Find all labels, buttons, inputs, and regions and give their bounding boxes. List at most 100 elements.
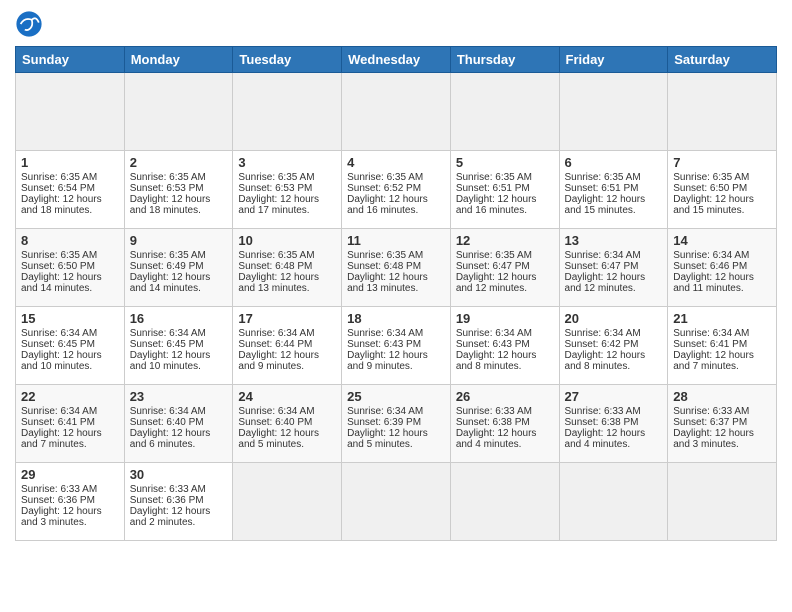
sunset: Sunset: 6:50 PM [673,183,747,194]
calendar-cell: 23Sunrise: 6:34 AMSunset: 6:40 PMDayligh… [124,385,233,463]
calendar-cell: 18Sunrise: 6:34 AMSunset: 6:43 PMDayligh… [342,307,451,385]
day-number: 18 [347,311,445,326]
sunset: Sunset: 6:47 PM [565,261,639,272]
day-number: 17 [238,311,336,326]
day-number: 24 [238,389,336,404]
day-number: 21 [673,311,771,326]
sunrise: Sunrise: 6:35 AM [347,172,423,183]
sunrise: Sunrise: 6:35 AM [673,172,749,183]
sunrise: Sunrise: 6:35 AM [238,250,314,261]
day-number: 28 [673,389,771,404]
calendar-cell: 16Sunrise: 6:34 AMSunset: 6:45 PMDayligh… [124,307,233,385]
calendar-cell [668,73,777,151]
calendar-cell [559,463,668,541]
daylight: Daylight: 12 hours and 14 minutes. [130,272,211,294]
day-number: 6 [565,155,663,170]
sunrise: Sunrise: 6:35 AM [21,172,97,183]
calendar-cell: 20Sunrise: 6:34 AMSunset: 6:42 PMDayligh… [559,307,668,385]
sunset: Sunset: 6:48 PM [347,261,421,272]
day-number: 7 [673,155,771,170]
daylight: Daylight: 12 hours and 13 minutes. [347,272,428,294]
sunset: Sunset: 6:38 PM [565,417,639,428]
calendar-cell: 28 Sunrise: 6:33 AMSunset: 6:37 PMDayligh… [668,385,777,463]
sunrise: Sunrise: 6:34 AM [565,250,641,261]
calendar-cell: 8Sunrise: 6:35 AMSunset: 6:50 PMDaylight… [16,229,125,307]
sunrise: Sunrise: 6:35 AM [347,250,423,261]
day-number: 5 [456,155,554,170]
sunset: Sunset: 6:51 PM [565,183,639,194]
daylight: Daylight: 12 hours and 7 minutes. [21,428,102,450]
day-number: 20 [565,311,663,326]
daylight: Daylight: 12 hours and 15 minutes. [673,194,754,216]
day-number: 8 [21,233,119,248]
calendar-cell [233,73,342,151]
day-number: 19 [456,311,554,326]
sunset: Sunset: 6:37 PM [673,417,747,428]
week-row-3: 15Sunrise: 6:34 AMSunset: 6:45 PMDayligh… [16,307,777,385]
sunrise: Sunrise: 6:34 AM [456,328,532,339]
calendar-cell: 22Sunrise: 6:34 AMSunset: 6:41 PMDayligh… [16,385,125,463]
sunrise: Sunrise: 6:34 AM [130,328,206,339]
day-header-wednesday: Wednesday [342,47,451,73]
calendar-cell: 9Sunrise: 6:35 AMSunset: 6:49 PMDaylight… [124,229,233,307]
sunset: Sunset: 6:45 PM [21,339,95,350]
sunset: Sunset: 6:43 PM [456,339,530,350]
sunset: Sunset: 6:46 PM [673,261,747,272]
daylight: Daylight: 12 hours and 3 minutes. [673,428,754,450]
daylight: Daylight: 12 hours and 4 minutes. [565,428,646,450]
week-row-2: 8Sunrise: 6:35 AMSunset: 6:50 PMDaylight… [16,229,777,307]
sunrise: Sunrise: 6:33 AM [565,406,641,417]
sunset: Sunset: 6:54 PM [21,183,95,194]
daylight: Daylight: 12 hours and 5 minutes. [238,428,319,450]
daylight: Daylight: 12 hours and 14 minutes. [21,272,102,294]
day-number: 30 [130,467,228,482]
sunrise: Sunrise: 6:33 AM [456,406,532,417]
sunset: Sunset: 6:49 PM [130,261,204,272]
sunrise: Sunrise: 6:34 AM [347,406,423,417]
daylight: Daylight: 12 hours and 10 minutes. [130,350,211,372]
day-number: 14 [673,233,771,248]
calendar-cell: 10Sunrise: 6:35 AMSunset: 6:48 PMDayligh… [233,229,342,307]
daylight: Daylight: 12 hours and 12 minutes. [456,272,537,294]
calendar-cell [450,73,559,151]
day-header-saturday: Saturday [668,47,777,73]
day-header-tuesday: Tuesday [233,47,342,73]
sunset: Sunset: 6:42 PM [565,339,639,350]
day-number: 23 [130,389,228,404]
sunrise: Sunrise: 6:34 AM [565,328,641,339]
daylight: Daylight: 12 hours and 16 minutes. [456,194,537,216]
sunset: Sunset: 6:41 PM [21,417,95,428]
calendar-cell: 24Sunrise: 6:34 AMSunset: 6:40 PMDayligh… [233,385,342,463]
day-number: 22 [21,389,119,404]
calendar-cell: 21Sunrise: 6:34 AMSunset: 6:41 PMDayligh… [668,307,777,385]
calendar-cell: 11Sunrise: 6:35 AMSunset: 6:48 PMDayligh… [342,229,451,307]
sunrise: Sunrise: 6:35 AM [238,172,314,183]
sunrise: Sunrise: 6:33 AM [673,406,749,417]
calendar-cell: 26Sunrise: 6:33 AMSunset: 6:38 PMDayligh… [450,385,559,463]
sunset: Sunset: 6:45 PM [130,339,204,350]
daylight: Daylight: 12 hours and 10 minutes. [21,350,102,372]
sunset: Sunset: 6:53 PM [238,183,312,194]
sunrise: Sunrise: 6:35 AM [456,172,532,183]
calendar-cell: 13Sunrise: 6:34 AMSunset: 6:47 PMDayligh… [559,229,668,307]
daylight: Daylight: 12 hours and 16 minutes. [347,194,428,216]
calendar-cell [16,73,125,151]
sunrise: Sunrise: 6:35 AM [456,250,532,261]
sunrise: Sunrise: 6:34 AM [238,328,314,339]
logo-icon [15,10,43,38]
calendar-cell: 17Sunrise: 6:34 AMSunset: 6:44 PMDayligh… [233,307,342,385]
sunset: Sunset: 6:53 PM [130,183,204,194]
sunset: Sunset: 6:39 PM [347,417,421,428]
week-row-0 [16,73,777,151]
calendar-cell [342,73,451,151]
sunrise: Sunrise: 6:35 AM [130,250,206,261]
daylight: Daylight: 12 hours and 18 minutes. [21,194,102,216]
sunrise: Sunrise: 6:34 AM [347,328,423,339]
calendar-cell: 1Sunrise: 6:35 AMSunset: 6:54 PMDaylight… [16,151,125,229]
daylight: Daylight: 12 hours and 11 minutes. [673,272,754,294]
calendar-cell: 7 Sunrise: 6:35 AMSunset: 6:50 PMDaylight… [668,151,777,229]
sunrise: Sunrise: 6:35 AM [21,250,97,261]
sunset: Sunset: 6:41 PM [673,339,747,350]
day-number: 25 [347,389,445,404]
day-number: 13 [565,233,663,248]
